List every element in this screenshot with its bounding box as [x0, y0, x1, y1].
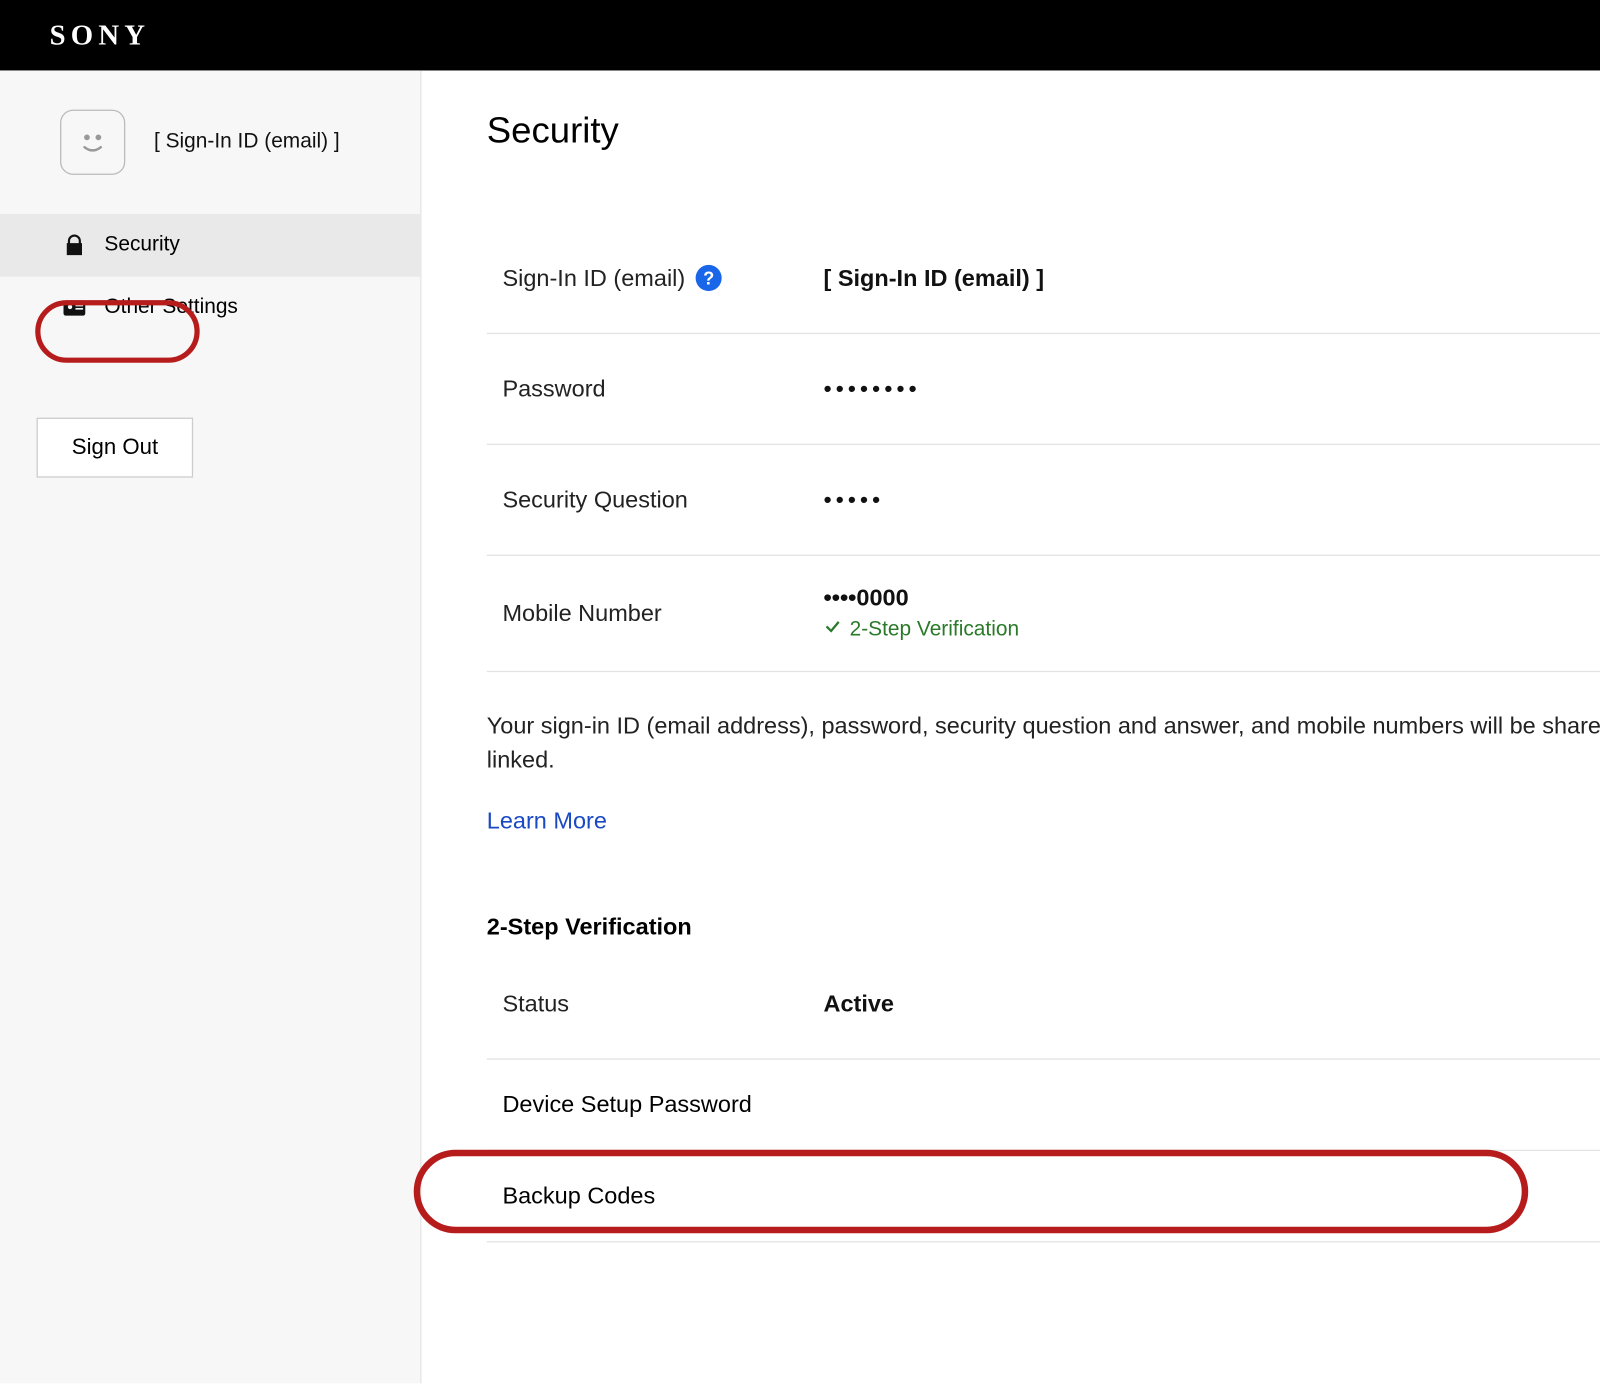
check-icon	[823, 617, 841, 642]
row-label: Status	[502, 990, 823, 1017]
row-value: •••••	[823, 486, 1600, 513]
sign-out-button[interactable]: Sign Out	[37, 418, 194, 478]
row-value: ••••••••	[823, 375, 1600, 402]
row-value: ••••0000	[823, 585, 1600, 612]
sony-logo: SONY	[50, 18, 151, 52]
sidebar-item-security[interactable]: Security	[0, 214, 420, 277]
sidebar-item-label: Security	[104, 234, 179, 257]
row-password: Password •••••••• Edit	[487, 334, 1600, 445]
row-label: Password	[502, 375, 823, 402]
device-setup-row[interactable]: Device Setup Password	[487, 1060, 1600, 1151]
main-content: Security Sign-In ID (email) ? [ Sign-In …	[422, 70, 1600, 1383]
row-security-question: Security Question ••••• Edit	[487, 445, 1600, 556]
sidebar-item-label: Other Settings	[104, 296, 237, 319]
row-value: Active	[823, 990, 1600, 1017]
sidebar: [ Sign-In ID (email) ] Security Other Se…	[0, 70, 422, 1383]
row-signin-id: Sign-In ID (email) ? [ Sign-In ID (email…	[487, 223, 1600, 334]
id-card-icon	[60, 294, 89, 323]
row-2sv-status: Status Active Edit	[487, 949, 1600, 1060]
nav-row-label: Device Setup Password	[502, 1091, 751, 1118]
two-step-title: 2-Step Verification	[487, 914, 1600, 941]
page-title: Security	[487, 110, 1600, 152]
nav-row-label: Backup Codes	[502, 1183, 655, 1210]
row-label: Mobile Number	[502, 600, 823, 627]
signin-id-label: [ Sign-In ID (email) ]	[154, 131, 340, 154]
lock-icon	[60, 231, 89, 260]
learn-more-link[interactable]: Learn More	[487, 808, 607, 835]
row-label: Sign-In ID (email) ?	[502, 264, 823, 291]
sidebar-item-other-settings[interactable]: Other Settings	[0, 277, 420, 340]
header-bar: SONY	[0, 0, 1600, 70]
two-step-verified: 2-Step Verification	[823, 617, 1600, 642]
avatar	[60, 110, 125, 175]
backup-codes-row[interactable]: Backup Codes	[487, 1151, 1600, 1242]
row-label: Security Question	[502, 486, 823, 513]
info-text: Your sign-in ID (email address), passwor…	[487, 709, 1600, 777]
row-value: [ Sign-In ID (email) ]	[823, 264, 1600, 291]
help-icon[interactable]: ?	[696, 265, 722, 291]
profile-row: [ Sign-In ID (email) ]	[0, 110, 420, 214]
row-mobile: Mobile Number ••••0000 2-Step Verificati…	[487, 556, 1600, 672]
